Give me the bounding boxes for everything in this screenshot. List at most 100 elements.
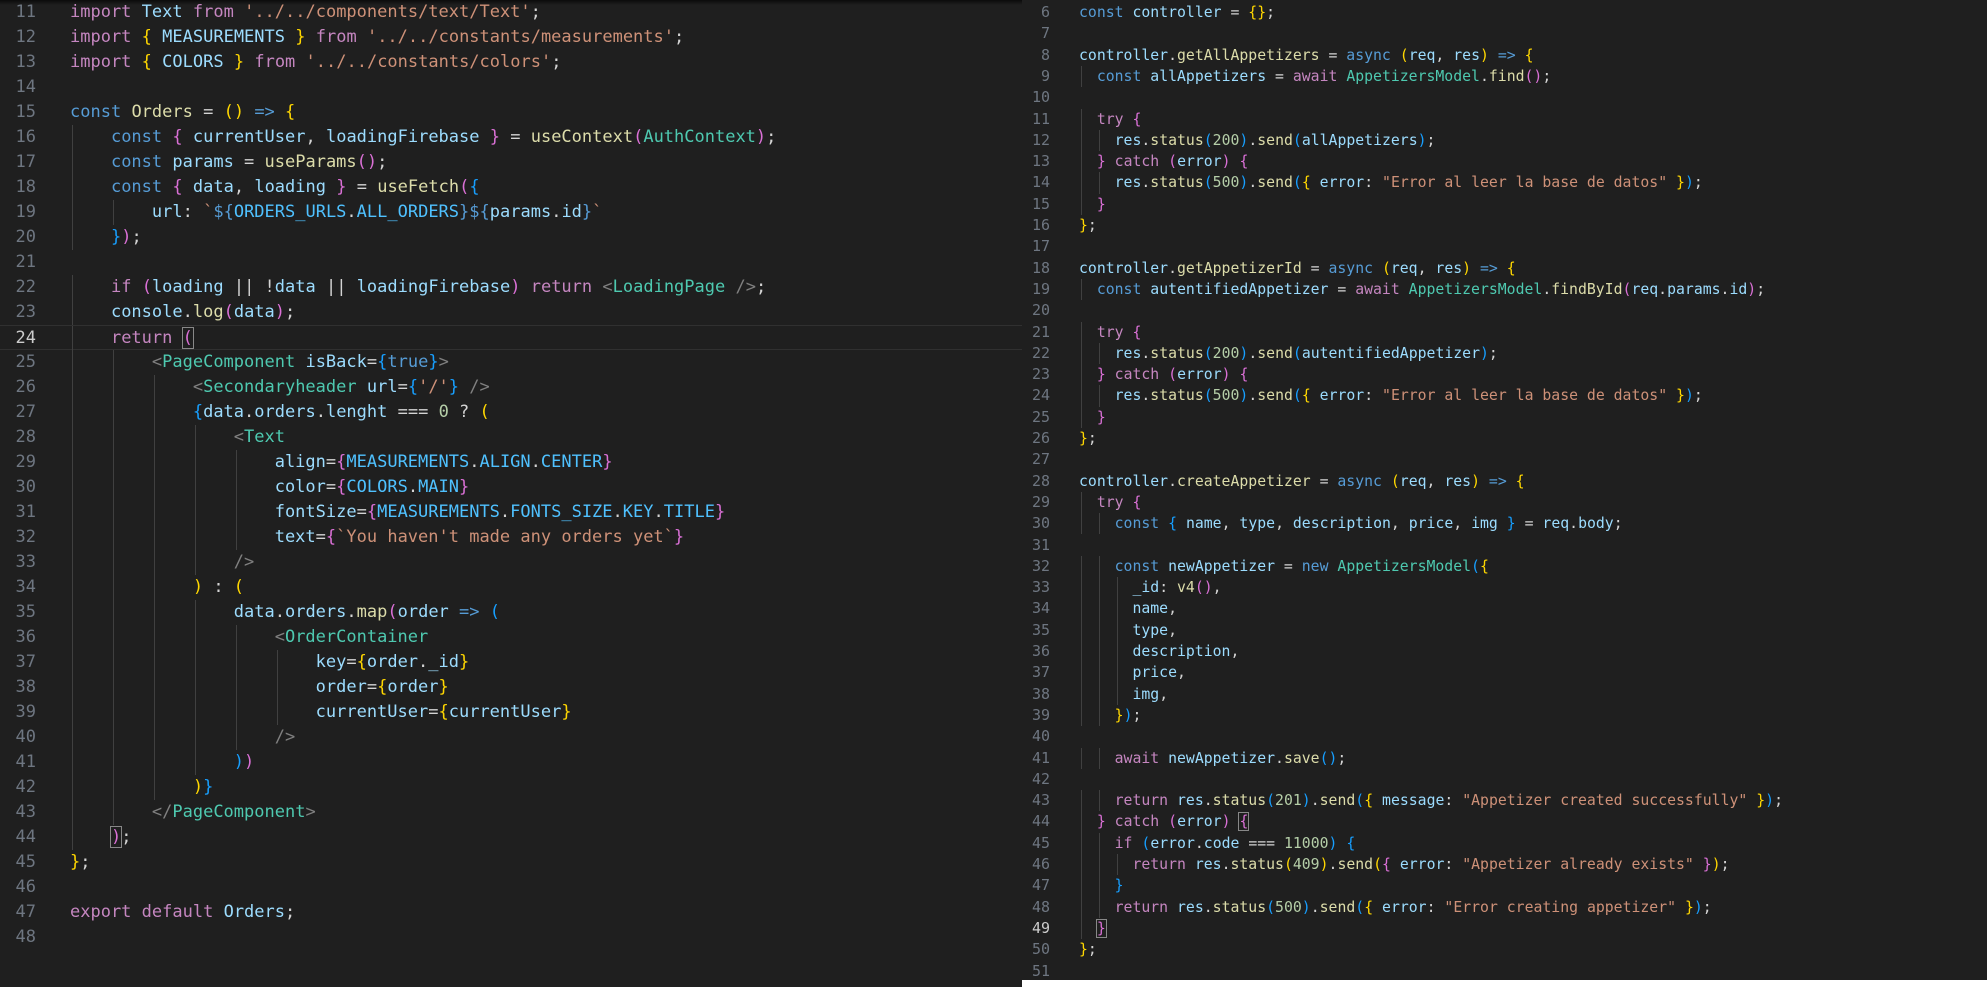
- code-line-36[interactable]: 36 description,: [1022, 641, 1987, 663]
- code-line-25[interactable]: 25 }: [1022, 406, 1987, 428]
- code-line-7[interactable]: 7: [1022, 23, 1987, 44]
- code-line-6[interactable]: 6 const controller = {};: [1022, 2, 1987, 23]
- code-line-11[interactable]: 11 import Text from '../../components/tex…: [0, 0, 1022, 25]
- code-line-21[interactable]: 21: [0, 250, 1022, 275]
- code-line-30[interactable]: 30 const { name, type, description, pric…: [1022, 513, 1987, 535]
- code-line-24[interactable]: 24 res.status(500).send({ error: "Error …: [1022, 385, 1987, 407]
- code-line-31[interactable]: 31: [1022, 535, 1987, 556]
- code-line-34[interactable]: 34 ) : (: [0, 575, 1022, 600]
- code-line-38[interactable]: 38 order={order}: [0, 675, 1022, 700]
- code-line-22[interactable]: 22 res.status(200).send(autentifiedAppet…: [1022, 342, 1987, 365]
- code-line-43[interactable]: 43 return res.status(201).send({ message…: [1022, 790, 1987, 812]
- code-line-23[interactable]: 23 console.log(data);: [0, 300, 1022, 325]
- code-line-14[interactable]: 14 res.status(500).send({ error: "Error …: [1022, 172, 1987, 194]
- code-line-14[interactable]: 14: [0, 75, 1022, 100]
- code-token: ||: [315, 277, 357, 297]
- code-line-38[interactable]: 38 img,: [1022, 683, 1987, 705]
- code-line-51[interactable]: 51: [1022, 961, 1987, 981]
- code-line-45[interactable]: 45};: [0, 850, 1022, 875]
- code-line-17[interactable]: 17: [1022, 236, 1987, 257]
- code-line-18[interactable]: 18 const { data, loading } = useFetch({: [0, 175, 1022, 200]
- code-line-15[interactable]: 15 }: [1022, 193, 1987, 215]
- code-line-43[interactable]: 43 </PageComponent>: [0, 800, 1022, 825]
- code-line-21[interactable]: 21 try {: [1022, 321, 1987, 343]
- code-line-8[interactable]: 8 controller.getAllAppetizers = async (re…: [1022, 45, 1987, 66]
- code-line-31[interactable]: 31 fontSize={MEASUREMENTS.FONTS_SIZE.KEY…: [0, 500, 1022, 525]
- code-line-19[interactable]: 19 const autentifiedAppetizer = await Ap…: [1022, 278, 1987, 301]
- code-line-37[interactable]: 37 price,: [1022, 662, 1987, 684]
- code-line-20[interactable]: 20 });: [0, 225, 1022, 250]
- code-line-29[interactable]: 29 try {: [1022, 491, 1987, 514]
- code-line-35[interactable]: 35 type,: [1022, 619, 1987, 641]
- code-line-28[interactable]: 28 <Text: [0, 425, 1022, 450]
- line-code: import { COLORS } from '../../constants/…: [70, 50, 561, 75]
- code-line-37[interactable]: 37 key={order._id}: [0, 650, 1022, 675]
- code-line-18[interactable]: 18 controller.getAppetizerId = async (req…: [1022, 258, 1987, 279]
- code-token: try: [1096, 323, 1124, 341]
- code-line-32[interactable]: 32 text={`You haven't made any orders ye…: [0, 525, 1022, 550]
- code-line-46[interactable]: 46 return res.status(409).send({ error: …: [1022, 854, 1987, 876]
- code-line-39[interactable]: 39 currentUser={currentUser}: [0, 700, 1022, 725]
- code-line-28[interactable]: 28 controller.createAppetizer = async (re…: [1022, 471, 1987, 492]
- code-line-49[interactable]: 49 }: [1022, 917, 1987, 940]
- code-token: }: [1079, 941, 1088, 959]
- code-line-9[interactable]: 9 const allAppetizers = await Appetizers…: [1022, 65, 1987, 88]
- code-line-39[interactable]: 39 });: [1022, 704, 1987, 727]
- code-token: controller: [1079, 46, 1169, 64]
- code-line-12[interactable]: 12 res.status(200).send(allAppetizers);: [1022, 129, 1987, 152]
- code-line-12[interactable]: 12 import { MEASUREMENTS } from '../../co…: [0, 25, 1022, 50]
- code-line-45[interactable]: 45 if (error.code === 11000) {: [1022, 832, 1987, 854]
- code-line-16[interactable]: 16 const { currentUser, loadingFirebase …: [0, 125, 1022, 150]
- orders-code-editor[interactable]: 11 import Text from '../../components/tex…: [0, 0, 1022, 987]
- code-line-42[interactable]: 42 )}: [0, 775, 1022, 800]
- code-line-44[interactable]: 44 } catch (error) {: [1022, 811, 1987, 833]
- code-line-19[interactable]: 19 url: `${ORDERS_URLS.ALL_ORDERS}${para…: [0, 200, 1022, 225]
- code-line-47[interactable]: 47 export default Orders;: [0, 900, 1022, 925]
- code-line-35[interactable]: 35 data.orders.map(order => (: [0, 600, 1022, 625]
- code-line-26[interactable]: 26};: [1022, 428, 1987, 449]
- code-token: =: [1221, 4, 1249, 21]
- code-line-50[interactable]: 50};: [1022, 939, 1987, 960]
- code-line-41[interactable]: 41 await newAppetizer.save();: [1022, 747, 1987, 769]
- line-number: 16: [15, 127, 36, 147]
- code-line-29[interactable]: 29 align={MEASUREMENTS.ALIGN.CENTER}: [0, 450, 1022, 475]
- code-line-30[interactable]: 30 color={COLORS.MAIN}: [0, 475, 1022, 500]
- code-line-48[interactable]: 48: [0, 925, 1022, 950]
- code-line-36[interactable]: 36 <OrderContainer: [0, 625, 1022, 650]
- code-line-27[interactable]: 27: [1022, 449, 1987, 470]
- code-line-33[interactable]: 33 />: [0, 550, 1022, 575]
- code-line-15[interactable]: 15 const Orders = () => {: [0, 100, 1022, 125]
- code-line-20[interactable]: 20: [1022, 300, 1987, 321]
- code-line-47[interactable]: 47 }: [1022, 875, 1987, 897]
- code-token: return: [530, 277, 593, 297]
- code-line-27[interactable]: 27 {data.orders.lenght === 0 ? (: [0, 400, 1022, 425]
- code-line-16[interactable]: 16};: [1022, 215, 1987, 236]
- code-line-24[interactable]: 24 return (: [0, 325, 1022, 351]
- code-line-25[interactable]: 25 <PageComponent isBack={true}>: [0, 350, 1022, 375]
- line-number: 48: [15, 927, 36, 947]
- code-line-10[interactable]: 10: [1022, 87, 1987, 108]
- code-line-32[interactable]: 32 const newAppetizer = new AppetizersMo…: [1022, 555, 1987, 578]
- line-code: import Text from '../../components/text/…: [70, 0, 541, 25]
- code-line-34[interactable]: 34 name,: [1022, 598, 1987, 620]
- code-line-41[interactable]: 41 )): [0, 750, 1022, 775]
- appetizers-controller-code-editor[interactable]: 6 const controller = {}; 7 8 controller.getA…: [1022, 0, 1987, 980]
- code-line-23[interactable]: 23 } catch (error) {: [1022, 364, 1987, 386]
- code-line-33[interactable]: 33 _id: v4(),: [1022, 577, 1987, 599]
- code-line-17[interactable]: 17 const params = useParams();: [0, 150, 1022, 175]
- code-token: const: [110, 177, 163, 197]
- code-line-46[interactable]: 46: [0, 875, 1022, 900]
- code-line-26[interactable]: 26 <Secondaryheader url={'/'} />: [0, 375, 1022, 400]
- code-line-44[interactable]: 44 );: [0, 825, 1022, 850]
- code-line-13[interactable]: 13 import { COLORS } from '../../constant…: [0, 50, 1022, 75]
- code-line-48[interactable]: 48 return res.status(500).send({ error: …: [1022, 896, 1987, 918]
- code-line-42[interactable]: 42: [1022, 769, 1987, 790]
- code-line-40[interactable]: 40 />: [0, 725, 1022, 750]
- line-number: 42: [15, 777, 36, 797]
- code-line-22[interactable]: 22 if (loading || !data || loadingFireba…: [0, 275, 1022, 300]
- code-line-11[interactable]: 11 try {: [1022, 108, 1987, 130]
- code-line-40[interactable]: 40: [1022, 726, 1987, 747]
- code-line-13[interactable]: 13 } catch (error) {: [1022, 151, 1987, 173]
